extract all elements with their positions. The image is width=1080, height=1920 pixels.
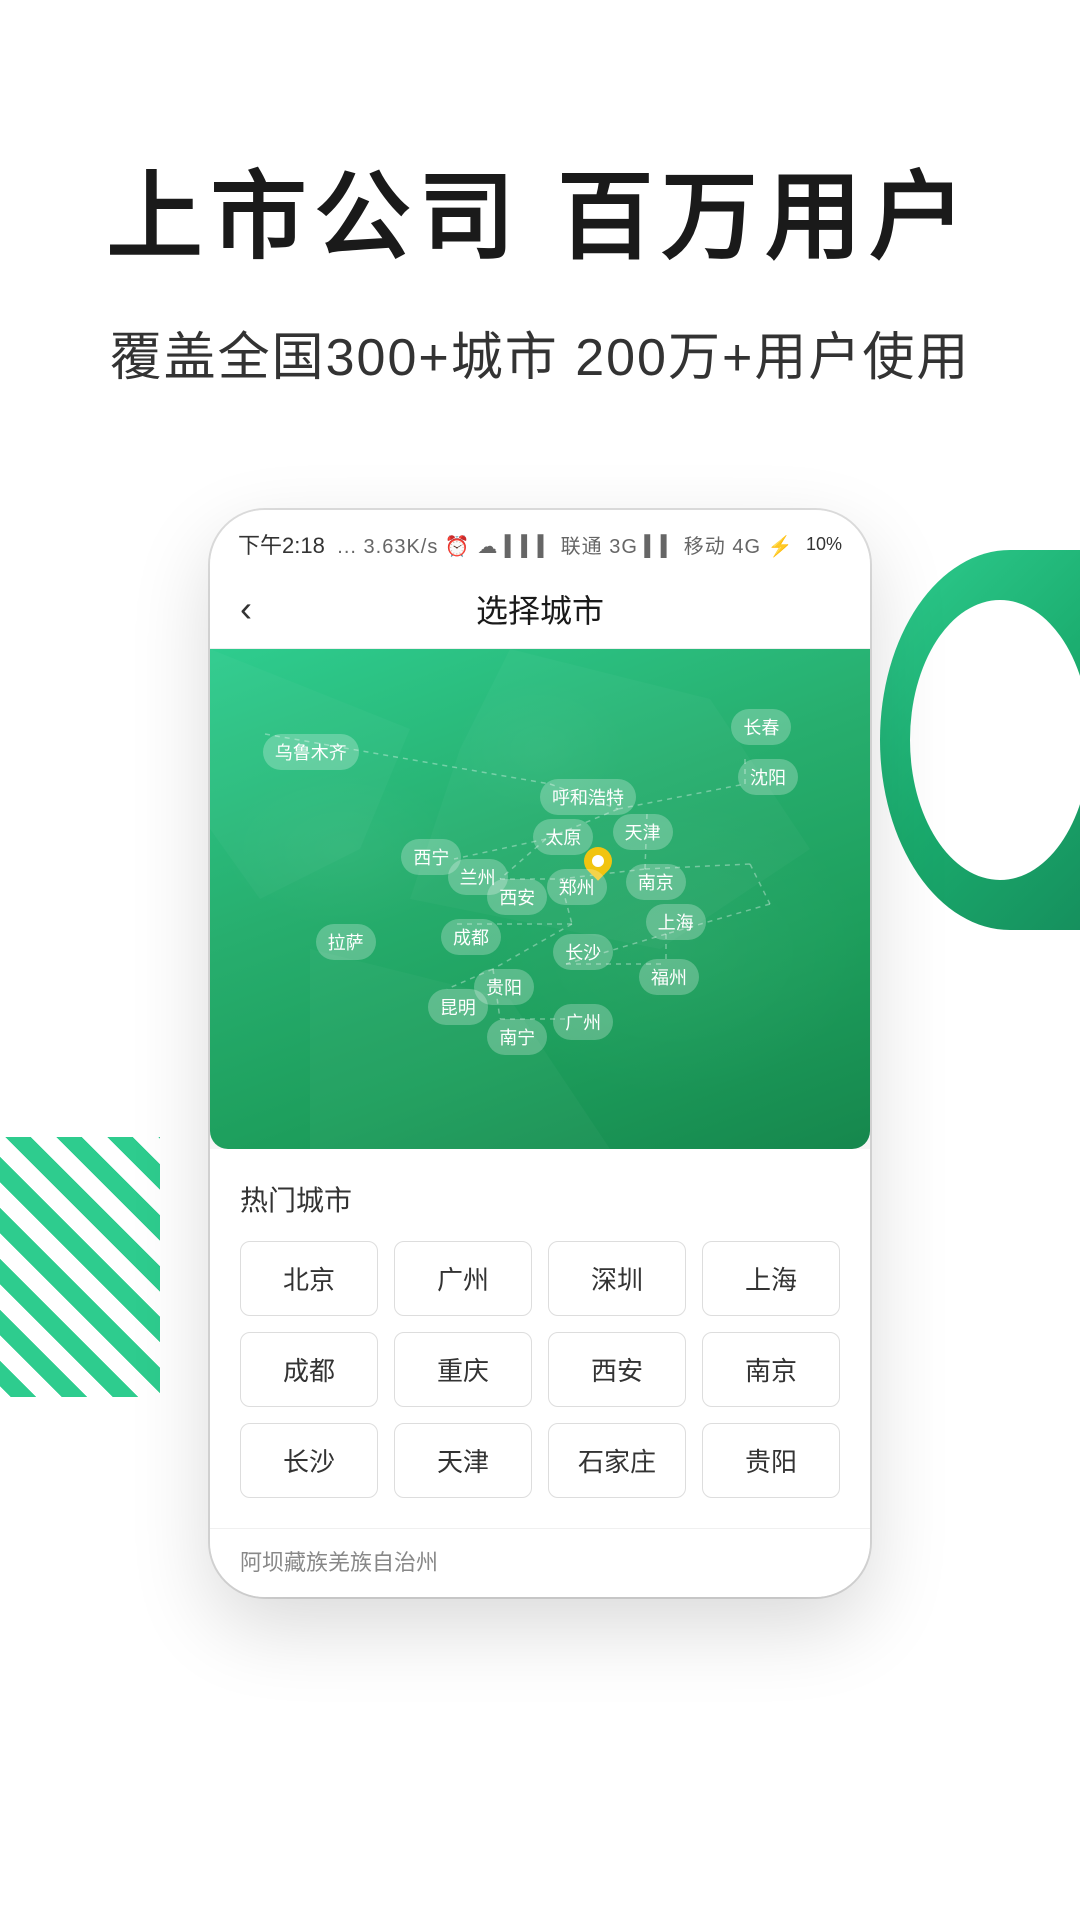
city-label-wulumuqi[interactable]: 乌鲁木齐	[263, 734, 359, 770]
city-button-长沙[interactable]: 长沙	[240, 1423, 378, 1498]
city-label-lasa[interactable]: 拉萨	[316, 924, 376, 960]
phone-section: 下午2:18 ... 3.63K/s ⏰ ☁ ▍▍▍ 联通 3G ▍▍ 移动 4…	[0, 470, 1080, 1597]
city-button-石家庄[interactable]: 石家庄	[548, 1423, 686, 1498]
city-label-huhehaote[interactable]: 呼和浩特	[540, 779, 636, 815]
city-button-天津[interactable]: 天津	[394, 1423, 532, 1498]
app-header: ‹ 选择城市	[210, 570, 870, 649]
back-button[interactable]: ‹	[240, 588, 252, 630]
city-label-taiyuan[interactable]: 太原	[533, 819, 593, 855]
hot-cities-section: 热门城市 北京广州深圳上海成都重庆西安南京长沙天津石家庄贵阳	[210, 1149, 870, 1528]
phone-frame: 下午2:18 ... 3.63K/s ⏰ ☁ ▍▍▍ 联通 3G ▍▍ 移动 4…	[210, 510, 870, 1597]
bottom-text: 阿坝藏族羌族自治州	[210, 1528, 870, 1597]
city-label-zhengzhou[interactable]: 郑州	[547, 869, 607, 905]
sub-title: 覆盖全国300+城市 200万+用户使用	[80, 315, 1000, 390]
city-button-成都[interactable]: 成都	[240, 1332, 378, 1407]
city-label-nanning[interactable]: 南宁	[487, 1019, 547, 1055]
city-label-fuzhou[interactable]: 福州	[639, 959, 699, 995]
status-bar: 下午2:18 ... 3.63K/s ⏰ ☁ ▍▍▍ 联通 3G ▍▍ 移动 4…	[210, 510, 870, 570]
city-label-changchun[interactable]: 长春	[731, 709, 791, 745]
deco-stripes	[0, 1137, 160, 1397]
city-label-shanghai[interactable]: 上海	[646, 904, 706, 940]
main-title: 上市公司 百万用户	[80, 160, 1000, 275]
deco-circle	[880, 550, 1080, 930]
map-area[interactable]: 乌鲁木齐 长春 沈阳 呼和浩特 天津 太原 西宁 兰州 西安 郑州 南京 上海 …	[210, 649, 870, 1149]
city-button-南京[interactable]: 南京	[702, 1332, 840, 1407]
top-section: 上市公司 百万用户 覆盖全国300+城市 200万+用户使用	[0, 0, 1080, 450]
city-button-上海[interactable]: 上海	[702, 1241, 840, 1316]
city-label-guangzhou[interactable]: 广州	[553, 1004, 613, 1040]
city-button-北京[interactable]: 北京	[240, 1241, 378, 1316]
status-indicators: ... 3.63K/s ⏰ ☁ ▍▍▍ 联通 3G ▍▍ 移动 4G ⚡	[337, 530, 793, 559]
hot-cities-title: 热门城市	[240, 1179, 840, 1219]
city-button-西安[interactable]: 西安	[548, 1332, 686, 1407]
city-button-深圳[interactable]: 深圳	[548, 1241, 686, 1316]
app-title: 选择城市	[476, 586, 604, 632]
city-label-changsha[interactable]: 长沙	[553, 934, 613, 970]
city-label-chengdu[interactable]: 成都	[441, 919, 501, 955]
cities-grid: 北京广州深圳上海成都重庆西安南京长沙天津石家庄贵阳	[240, 1241, 840, 1498]
city-label-nanjing[interactable]: 南京	[626, 864, 686, 900]
battery-indicator: 10%	[806, 534, 842, 555]
city-button-重庆[interactable]: 重庆	[394, 1332, 532, 1407]
city-label-xian[interactable]: 西安	[487, 879, 547, 915]
city-button-广州[interactable]: 广州	[394, 1241, 532, 1316]
city-label-tianjin[interactable]: 天津	[613, 814, 673, 850]
city-label-shenyang[interactable]: 沈阳	[738, 759, 798, 795]
city-label-kunming[interactable]: 昆明	[428, 989, 488, 1025]
city-button-贵阳[interactable]: 贵阳	[702, 1423, 840, 1498]
status-time: 下午2:18	[238, 528, 325, 560]
